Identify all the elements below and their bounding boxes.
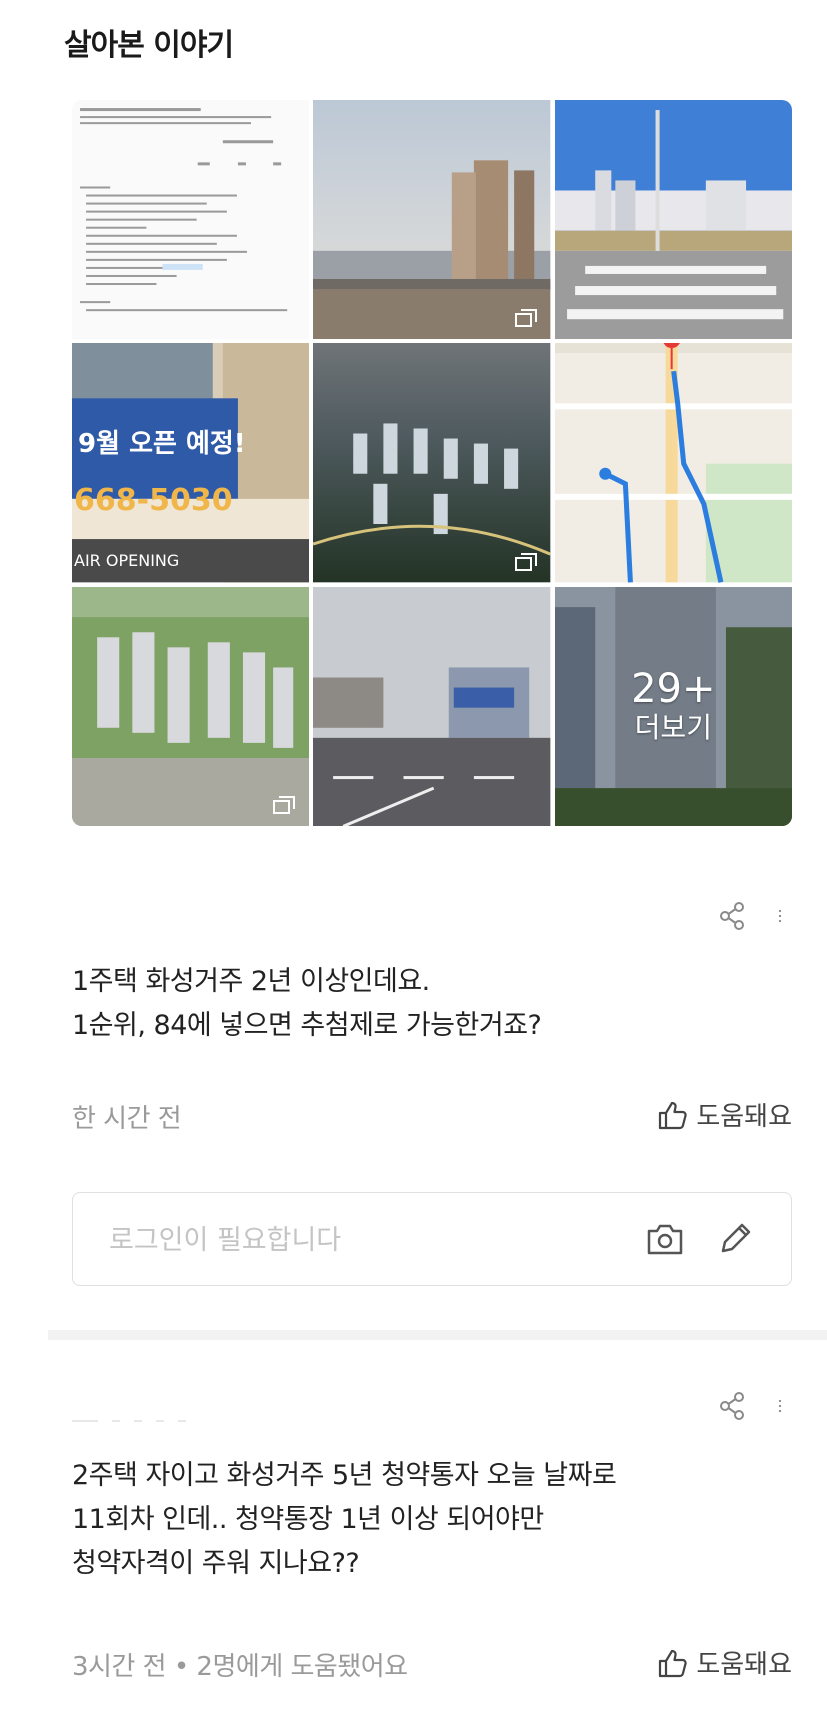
photo-gallery: 9월 오픈 예정! 668-5030 AIR OPENING 29+ 더보기 [72, 100, 792, 826]
post-body: 1주택 화성거주 2년 이상인데요. 1순위, 84에 넣으면 추첨제로 가능한… [72, 960, 542, 1048]
gallery-more-tile[interactable]: 29+ 더보기 [554, 586, 792, 826]
gallery-image-banner[interactable]: 9월 오픈 예정! 668-5030 AIR OPENING [72, 343, 310, 583]
more-options-icon[interactable] [776, 1390, 792, 1422]
thumbs-up-icon [659, 1649, 688, 1677]
gallery-image-crosswalk[interactable] [554, 100, 792, 340]
gallery-image-document[interactable] [72, 100, 310, 340]
gallery-image-towers[interactable] [313, 100, 551, 340]
multi-photo-icon [514, 309, 537, 328]
thumbs-up-icon [659, 1101, 688, 1129]
post-body-line: 11회차 인데.. 청약통장 1년 이상 되어야만 [72, 1504, 544, 1535]
post-time: 한 시간 전 [72, 1104, 182, 1134]
more-options-icon[interactable] [776, 900, 792, 932]
post-body-line: 1순위, 84에 넣으면 추첨제로 가능한거죠? [72, 1010, 542, 1041]
section-divider [48, 1330, 827, 1340]
more-count: 29+ [631, 666, 716, 713]
share-icon[interactable] [716, 900, 748, 932]
multi-photo-icon [514, 552, 537, 571]
helpful-label: 도움돼요 [696, 1650, 792, 1680]
post-body-line: 2주택 자이고 화성거주 5년 청약통자 오늘 날짜로 [72, 1460, 617, 1491]
post-body: 2주택 자이고 화성거주 5년 청약통자 오늘 날짜로 11회차 인데.. 청약… [72, 1454, 617, 1586]
faded-author-row [72, 1420, 186, 1422]
helpful-label: 도움돼요 [696, 1102, 792, 1132]
comment-input[interactable] [107, 1219, 571, 1261]
gallery-image-street[interactable] [313, 586, 551, 826]
share-icon[interactable] [716, 1390, 748, 1422]
helpful-button[interactable]: 도움돼요 [656, 1096, 792, 1133]
camera-icon[interactable] [645, 1221, 685, 1257]
post-body-line: 청약자격이 주워 지나요?? [72, 1548, 360, 1579]
multi-photo-icon [273, 795, 296, 814]
comment-box [72, 1192, 792, 1286]
section-title: 살아본 이야기 [64, 28, 234, 63]
gallery-image-aerial[interactable] [313, 343, 551, 583]
post-body-line: 1주택 화성거주 2년 이상인데요. [72, 966, 430, 997]
helpful-button[interactable]: 도움돼요 [656, 1644, 792, 1681]
pencil-icon[interactable] [715, 1219, 755, 1259]
more-label: 더보기 [634, 711, 712, 745]
gallery-image-map[interactable] [554, 343, 792, 583]
post-time: 3시간 전 • 2명에게 도움됐어요 [72, 1652, 408, 1682]
gallery-image-render[interactable] [72, 586, 310, 826]
